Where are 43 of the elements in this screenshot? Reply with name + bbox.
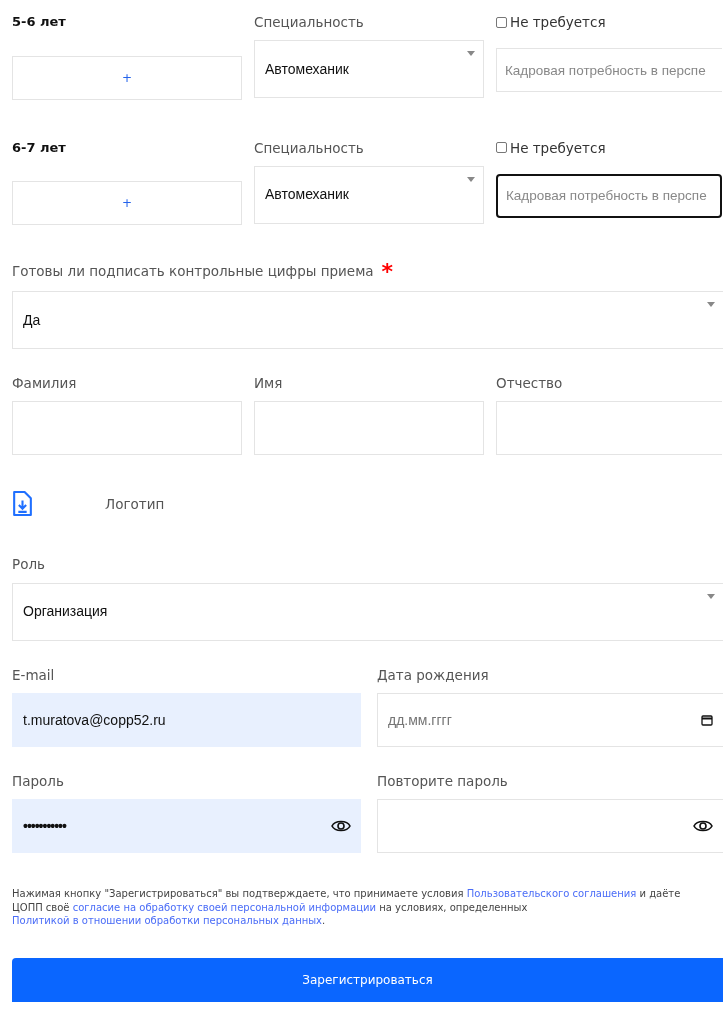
add-button[interactable]: + — [12, 181, 242, 225]
role-select[interactable]: Организация — [12, 582, 723, 641]
field-label: Фамилия — [12, 374, 78, 393]
password-field[interactable] — [377, 799, 723, 853]
staffing-need-field[interactable]: Кадровая потребность в перспе — [496, 173, 722, 218]
show-password-icon[interactable] — [331, 818, 351, 834]
file-download-icon[interactable] — [12, 491, 33, 517]
text-field[interactable] — [496, 401, 722, 456]
field-label: Дата рождения — [377, 665, 490, 685]
field-label: E-mail — [12, 665, 56, 685]
specialty-select[interactable]: Автомеханик — [254, 165, 484, 224]
logo-label: Логотип — [105, 494, 165, 514]
field-label: Готовы ли подписать контрольные цифры приема — [12, 262, 374, 281]
field-label: Имя — [254, 374, 284, 393]
register-button[interactable]: Зарегистрироваться — [12, 957, 723, 1002]
password-field[interactable]: ••••••••••• — [12, 799, 361, 853]
field-label: Специальность — [254, 13, 365, 32]
field-label: Специальность — [254, 138, 365, 158]
not-required-checkbox[interactable]: Не требуется — [496, 12, 722, 33]
consent-link[interactable]: согласие на обработку своей персональной информации — [72, 901, 377, 913]
add-button[interactable]: + — [12, 55, 242, 100]
field-label: Пароль — [12, 771, 65, 791]
dropdown-caret-icon — [707, 593, 715, 599]
date-field[interactable]: дд.мм.гггг — [377, 692, 723, 747]
consent-text: Нажимая кнопку "Зарегистрироваться" вы подтверждаете, что принимаете условия Пользовательского соглашения и даёте ЦОПП своё согласие на обработку своей персональной информации на условиях, определенных Политикой в отношении обработки персональных данных. — [12, 887, 682, 928]
dropdown-caret-icon — [707, 302, 715, 307]
calendar-icon[interactable] — [701, 713, 713, 726]
dropdown-caret-icon — [467, 176, 475, 182]
consent-link[interactable]: Пользовательского соглашения — [466, 888, 637, 899]
text-field[interactable] — [12, 401, 242, 456]
specialty-select[interactable]: Автомеханик — [254, 40, 484, 99]
field-label: Роль — [12, 555, 46, 575]
answer-select[interactable]: Да — [12, 291, 723, 349]
show-password-icon[interactable] — [693, 818, 713, 834]
age-group-label: 5-6 лет — [12, 13, 67, 31]
text-field[interactable] — [254, 401, 484, 456]
not-required-checkbox[interactable]: Не требуется — [496, 137, 722, 158]
email-field[interactable]: t.muratova@copp52.ru — [12, 692, 361, 747]
age-group-label: 6-7 лет — [12, 138, 67, 157]
dropdown-caret-icon — [467, 51, 475, 57]
required-mark: * — [381, 261, 394, 283]
field-label: Повторите пароль — [377, 771, 509, 791]
field-label: Отчество — [496, 374, 564, 393]
